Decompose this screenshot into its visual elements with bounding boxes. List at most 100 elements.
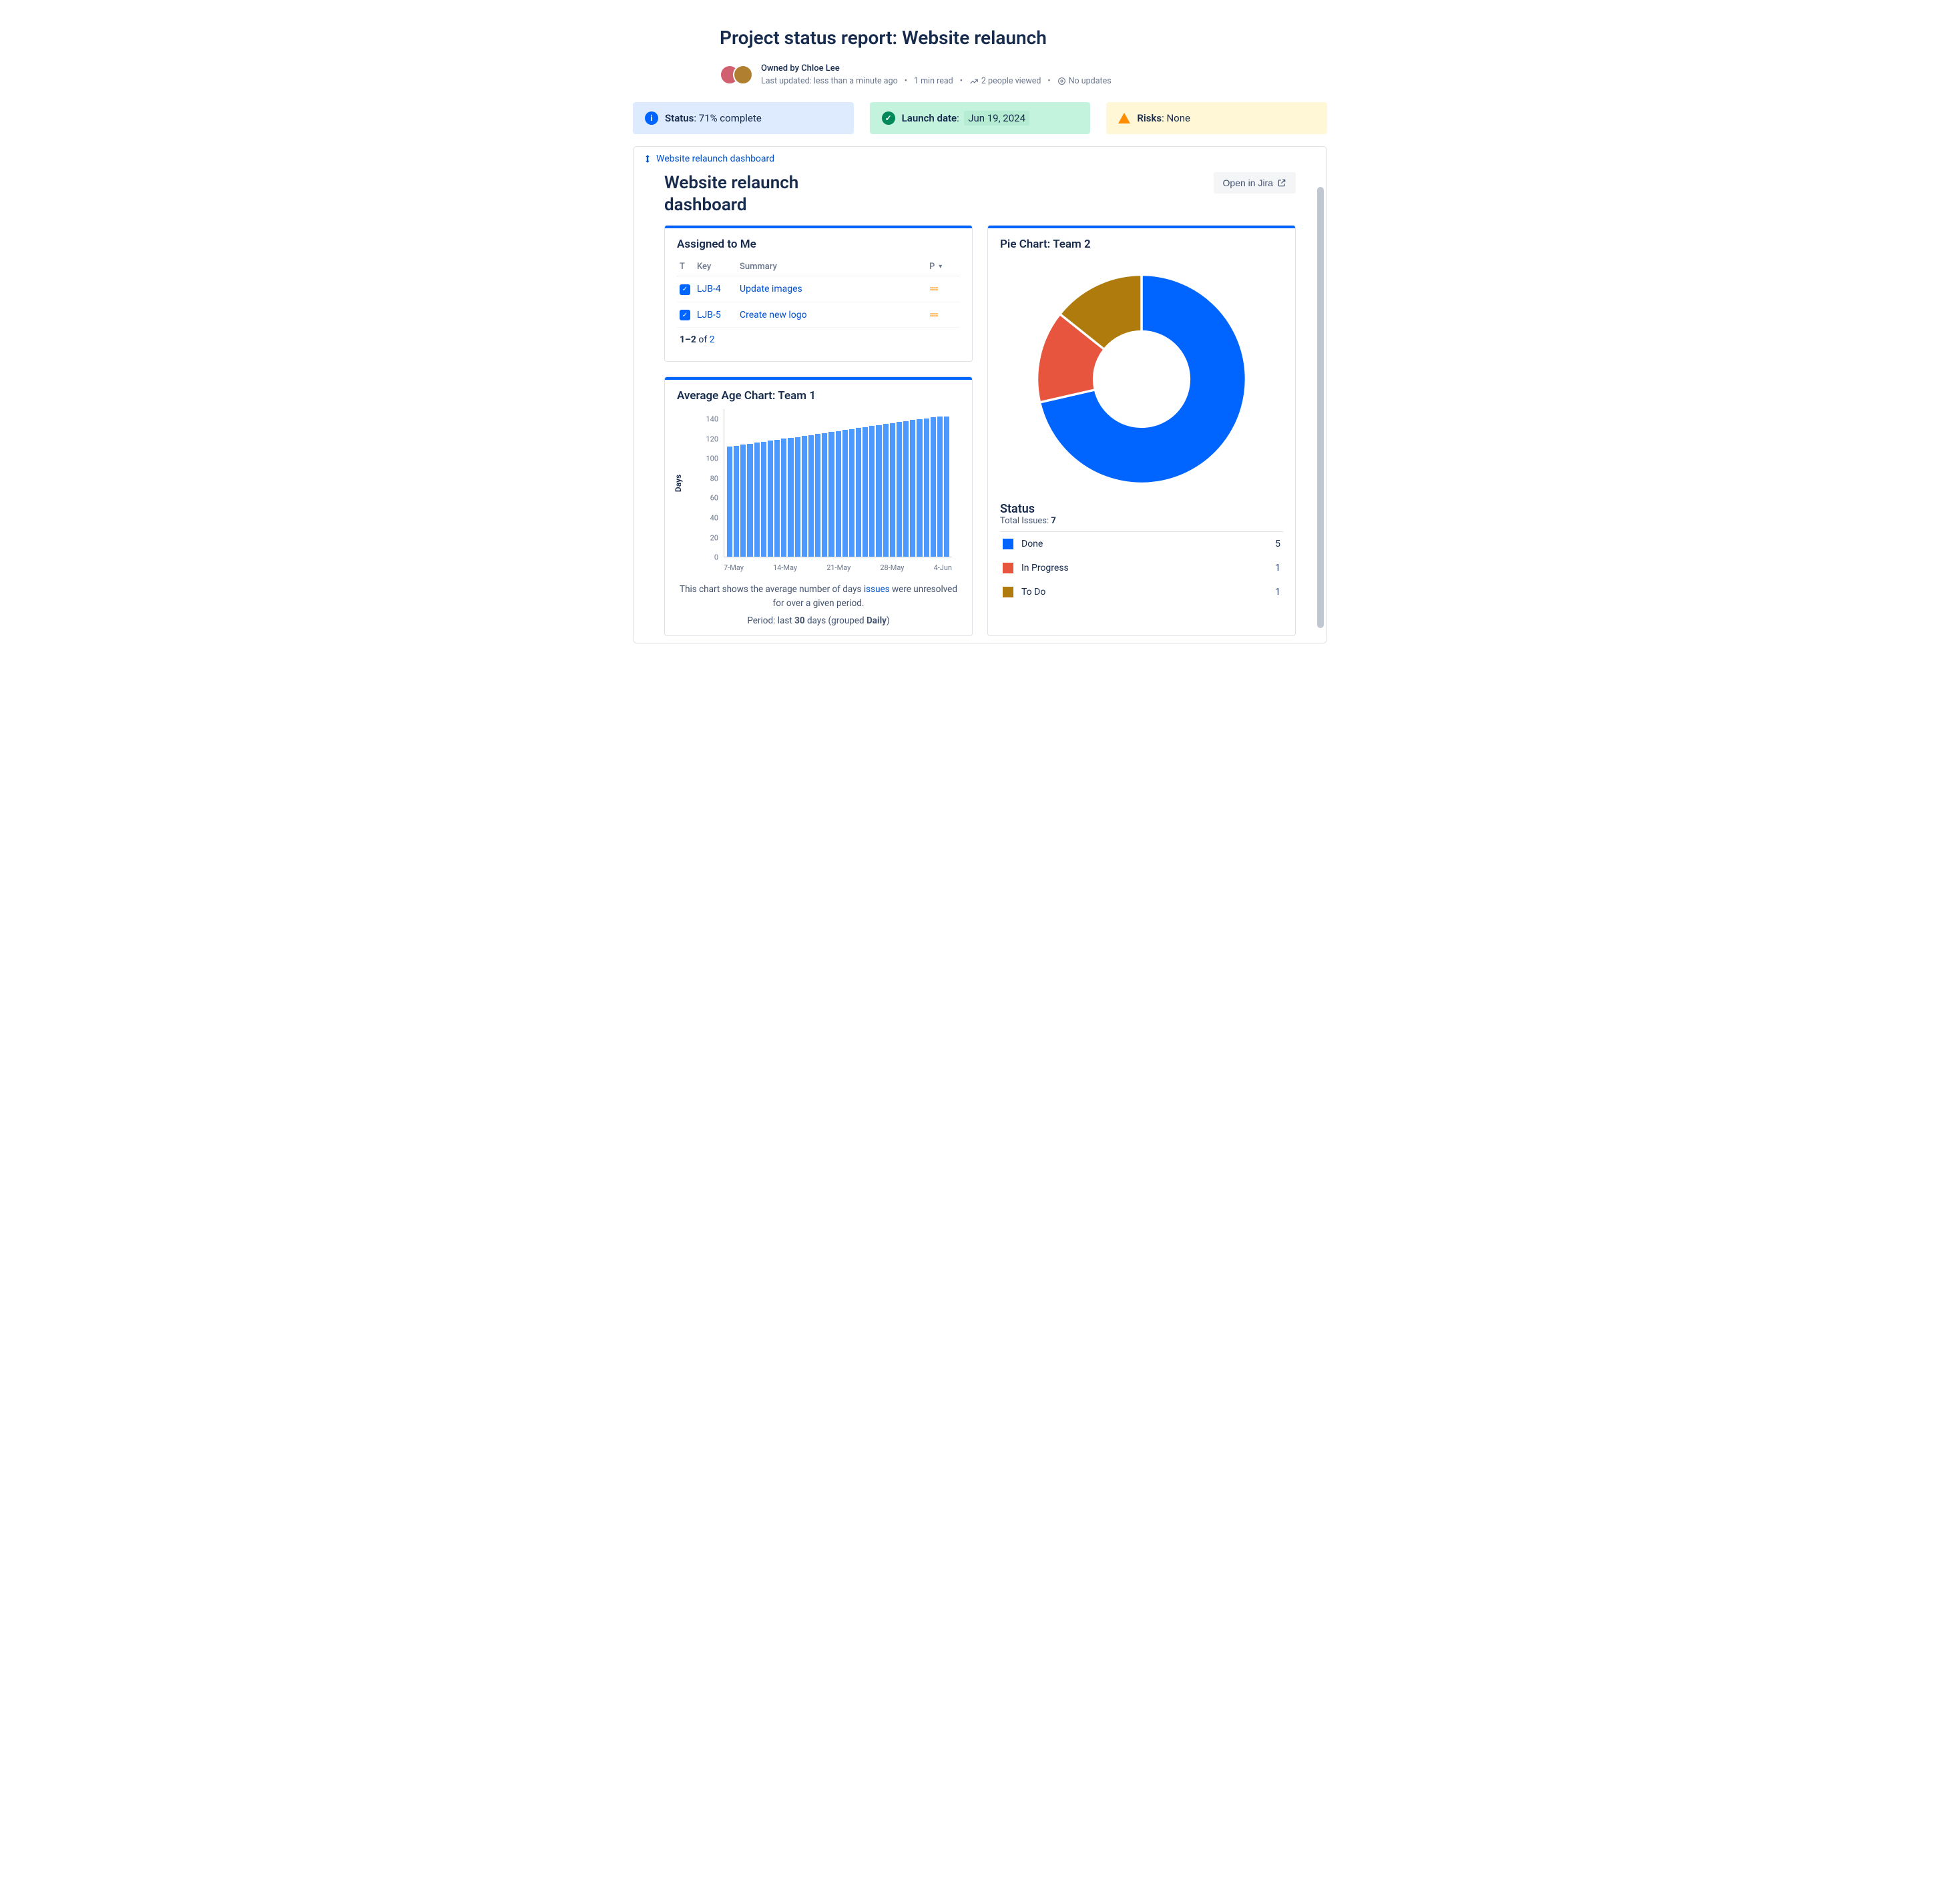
launch-label: Launch date — [902, 112, 957, 124]
bar — [924, 419, 929, 557]
open-in-jira-button[interactable]: Open in Jira — [1214, 172, 1296, 194]
issue-summary-link[interactable]: Create new logo — [740, 310, 807, 320]
legend-count: 1 — [1275, 563, 1280, 573]
bar — [883, 424, 889, 557]
col-priority[interactable]: P▾ — [927, 258, 960, 276]
y-axis-label: Days — [674, 475, 683, 492]
bar — [876, 425, 881, 557]
priority-medium-icon: == — [929, 284, 937, 294]
bar — [768, 441, 773, 557]
bar — [734, 446, 739, 557]
page-meta: Owned by Chloe Lee Last updated: less th… — [720, 62, 1327, 87]
table-row: ✓ LJB-4 Update images == — [677, 276, 960, 302]
assigned-widget: Assigned to Me T Key Summary P▾ — [664, 225, 973, 362]
bar — [863, 427, 868, 557]
bar — [828, 432, 834, 557]
risks-value: None — [1166, 112, 1190, 124]
updates-text: No updates — [1069, 75, 1112, 88]
risks-card: Risks: None — [1106, 102, 1327, 134]
legend-row: In Progress 1 — [1000, 556, 1283, 580]
bar — [815, 434, 820, 557]
bar — [849, 429, 854, 557]
bar — [754, 443, 760, 557]
page-title: Project status report: Website relaunch — [720, 27, 1327, 49]
warning-icon — [1118, 113, 1130, 123]
issue-key-link[interactable]: LJB-5 — [697, 310, 721, 320]
scrollbar[interactable] — [1317, 187, 1324, 628]
external-link-icon — [1277, 178, 1286, 188]
bar — [869, 426, 875, 557]
bar — [931, 417, 936, 557]
launch-card: ✓ Launch date: Jun 19, 2024 — [870, 102, 1091, 134]
bar — [903, 421, 909, 557]
bar — [856, 428, 861, 557]
views-icon: 2 people viewed — [969, 75, 1041, 88]
bar — [937, 417, 943, 557]
owner-avatars — [720, 65, 753, 85]
dashboard-panel: Website relaunch dashboard Website relau… — [633, 146, 1327, 643]
legend-count: 5 — [1275, 539, 1280, 549]
assigned-title: Assigned to Me — [677, 238, 960, 251]
dashboard-title: Website relaunch dashboard — [664, 172, 865, 216]
issues-link[interactable]: issues — [864, 584, 890, 595]
open-in-jira-label: Open in Jira — [1223, 178, 1273, 188]
age-chart-widget: Average Age Chart: Team 1 Days 020406080… — [664, 376, 973, 636]
issue-key-link[interactable]: LJB-4 — [697, 284, 721, 294]
pie-chart-widget: Pie Chart: Team 2 Status Total Issues: 7… — [987, 225, 1296, 636]
col-key[interactable]: Key — [694, 258, 737, 276]
status-value: 71% complete — [699, 112, 762, 124]
updates-icon: No updates — [1057, 75, 1112, 88]
bar — [842, 430, 848, 557]
bar — [740, 445, 746, 557]
jira-icon — [643, 154, 652, 164]
dashboard-link[interactable]: Website relaunch dashboard — [634, 147, 1326, 168]
legend-swatch — [1003, 539, 1013, 549]
bar — [795, 437, 800, 557]
legend-label: To Do — [1021, 587, 1045, 597]
bar — [747, 444, 752, 557]
age-chart-title: Average Age Chart: Team 1 — [677, 389, 960, 402]
bar — [781, 439, 786, 557]
bar — [890, 423, 895, 557]
risks-label: Risks — [1137, 112, 1162, 124]
table-row: ✓ LJB-5 Create new logo == — [677, 302, 960, 328]
last-updated: Last updated: less than a minute ago — [761, 75, 898, 88]
pager-total-link[interactable]: 2 — [710, 334, 715, 345]
bar — [910, 420, 915, 557]
launch-value: Jun 19, 2024 — [964, 111, 1029, 125]
chart-description: This chart shows the average number of d… — [677, 583, 960, 610]
bar — [761, 442, 766, 557]
legend-count: 1 — [1275, 587, 1280, 597]
legend-label: In Progress — [1021, 563, 1069, 573]
legend-swatch — [1003, 563, 1013, 573]
total-issues: Total Issues: 7 — [1000, 516, 1283, 526]
dashboard-link-text: Website relaunch dashboard — [656, 154, 774, 164]
bar — [897, 422, 902, 557]
chevron-down-icon: ▾ — [939, 263, 942, 270]
legend-row: Done 5 — [1000, 532, 1283, 556]
bar — [944, 417, 949, 557]
avatar — [733, 65, 753, 85]
bar — [788, 438, 793, 557]
bar — [727, 447, 732, 557]
task-icon: ✓ — [680, 310, 690, 320]
col-type[interactable]: T — [677, 258, 694, 276]
status-heading: Status — [1000, 502, 1283, 516]
legend-swatch — [1003, 587, 1013, 597]
read-time: 1 min read — [914, 75, 953, 88]
chart-period: Period: last 30 days (grouped Daily) — [677, 615, 960, 626]
bar-chart: Days 020406080100120140 7-May14-May21-Ma… — [677, 409, 960, 576]
bar — [774, 440, 780, 557]
bar — [802, 436, 807, 557]
col-summary[interactable]: Summary — [737, 258, 927, 276]
issue-summary-link[interactable]: Update images — [740, 284, 802, 294]
donut-chart — [1028, 266, 1255, 493]
legend-label: Done — [1021, 539, 1043, 549]
priority-medium-icon: == — [929, 310, 937, 320]
status-card: i Status: 71% complete — [633, 102, 854, 134]
bar — [822, 433, 827, 557]
bar — [808, 435, 814, 557]
check-icon: ✓ — [882, 111, 895, 125]
legend-row: To Do 1 — [1000, 580, 1283, 604]
pie-chart-title: Pie Chart: Team 2 — [1000, 238, 1283, 251]
